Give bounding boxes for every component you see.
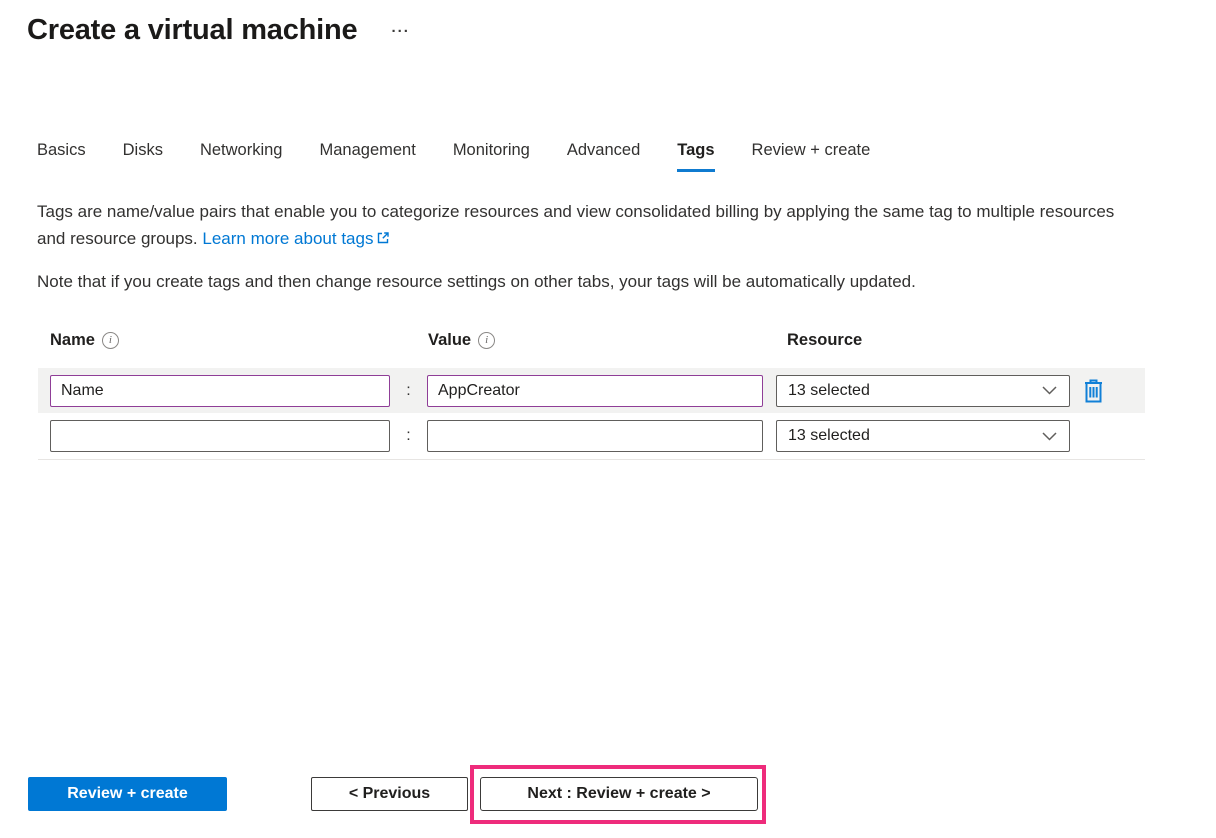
resource-column-header: Resource: [776, 331, 862, 350]
tab-basics[interactable]: Basics: [37, 141, 86, 172]
page-title: Create a virtual machine: [27, 14, 357, 47]
tags-table-header: Name i Value i Resource: [38, 330, 1145, 350]
tab-disks[interactable]: Disks: [123, 141, 163, 172]
tag-row: : 13 selected: [38, 413, 1145, 460]
more-icon[interactable]: ...: [391, 20, 410, 35]
resource-dropdown[interactable]: 13 selected: [776, 375, 1070, 407]
value-column-header: Value i: [428, 331, 776, 350]
tab-management[interactable]: Management: [320, 141, 416, 172]
wizard-tab-bar: Basics Disks Networking Management Monit…: [37, 141, 870, 172]
resource-dropdown-value: 13 selected: [788, 382, 870, 400]
resource-dropdown[interactable]: 13 selected: [776, 420, 1070, 452]
colon-separator: :: [390, 427, 427, 445]
tab-tags[interactable]: Tags: [677, 141, 714, 172]
tag-name-input-empty[interactable]: [50, 420, 390, 452]
tab-review-create[interactable]: Review + create: [752, 141, 871, 172]
learn-more-link[interactable]: Learn more about tags: [202, 229, 390, 248]
tags-note: Note that if you create tags and then ch…: [37, 272, 1147, 292]
chevron-down-icon: [1042, 386, 1057, 395]
name-info-icon[interactable]: i: [102, 332, 119, 349]
previous-button[interactable]: < Previous: [311, 777, 468, 811]
tab-networking[interactable]: Networking: [200, 141, 283, 172]
next-review-create-button[interactable]: Next : Review + create >: [480, 777, 758, 811]
delete-tag-button[interactable]: [1082, 378, 1105, 404]
tab-advanced[interactable]: Advanced: [567, 141, 640, 172]
value-info-icon[interactable]: i: [478, 332, 495, 349]
tab-monitoring[interactable]: Monitoring: [453, 141, 530, 172]
tags-description: Tags are name/value pairs that enable yo…: [37, 199, 1122, 252]
colon-separator: :: [390, 382, 427, 400]
tag-value-input[interactable]: [427, 375, 763, 407]
chevron-down-icon: [1042, 432, 1057, 441]
review-create-button[interactable]: Review + create: [28, 777, 227, 811]
tag-value-input-empty[interactable]: [427, 420, 763, 452]
trash-icon: [1082, 378, 1105, 404]
tag-row: : 13 selected: [38, 368, 1145, 413]
tags-description-text: Tags are name/value pairs that enable yo…: [37, 202, 1114, 248]
tag-name-input[interactable]: [50, 375, 390, 407]
external-link-icon: [376, 231, 390, 245]
resource-dropdown-value: 13 selected: [788, 427, 870, 445]
name-column-header: Name i: [50, 331, 428, 350]
tags-table: Name i Value i Resource : 13 selected: [38, 330, 1145, 460]
page-header: Create a virtual machine ...: [27, 14, 410, 47]
